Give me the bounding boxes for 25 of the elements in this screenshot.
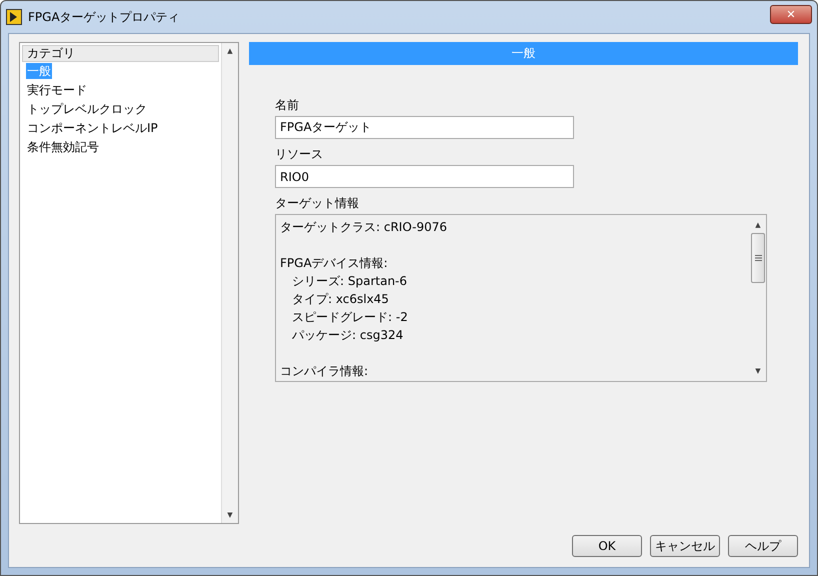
list-header: カテゴリ — [22, 45, 219, 62]
window-title: FPGAターゲットプロパティ — [28, 8, 180, 26]
info-line: パッケージ: csg324 — [291, 327, 404, 344]
scroll-thumb[interactable] — [751, 233, 765, 283]
info-line: タイプ: xc6slx45 — [291, 291, 390, 308]
category-item[interactable]: コンポーネントレベルIP — [26, 120, 159, 136]
dialog-button[interactable]: OK — [572, 535, 642, 557]
info-line: FPGAデバイス情報: — [280, 255, 389, 272]
dialog-button[interactable]: キャンセル — [650, 535, 720, 557]
section-header: 一般 — [249, 42, 798, 65]
category-item[interactable]: トップレベルクロック — [26, 101, 148, 117]
field-label: ターゲット情報 — [275, 195, 359, 212]
info-line: シリーズ: Spartan-6 — [291, 273, 408, 290]
category-item[interactable]: 条件無効記号 — [26, 139, 100, 155]
info-line: コンパイラ情報: — [280, 363, 370, 380]
dialog-button[interactable]: ヘルプ — [728, 535, 798, 557]
grip-icon — [754, 255, 762, 261]
input-field[interactable]: RIO0 — [275, 165, 574, 188]
field-label: 名前 — [275, 97, 299, 114]
input-field[interactable]: FPGAターゲット — [275, 116, 574, 139]
field-label: リソース — [275, 146, 323, 163]
info-line: スピードグレード: -2 — [291, 309, 409, 326]
category-item[interactable]: 実行モード — [26, 82, 88, 98]
app-icon — [6, 9, 22, 25]
info-line: ターゲットクラス: cRIO-9076 — [280, 219, 448, 236]
